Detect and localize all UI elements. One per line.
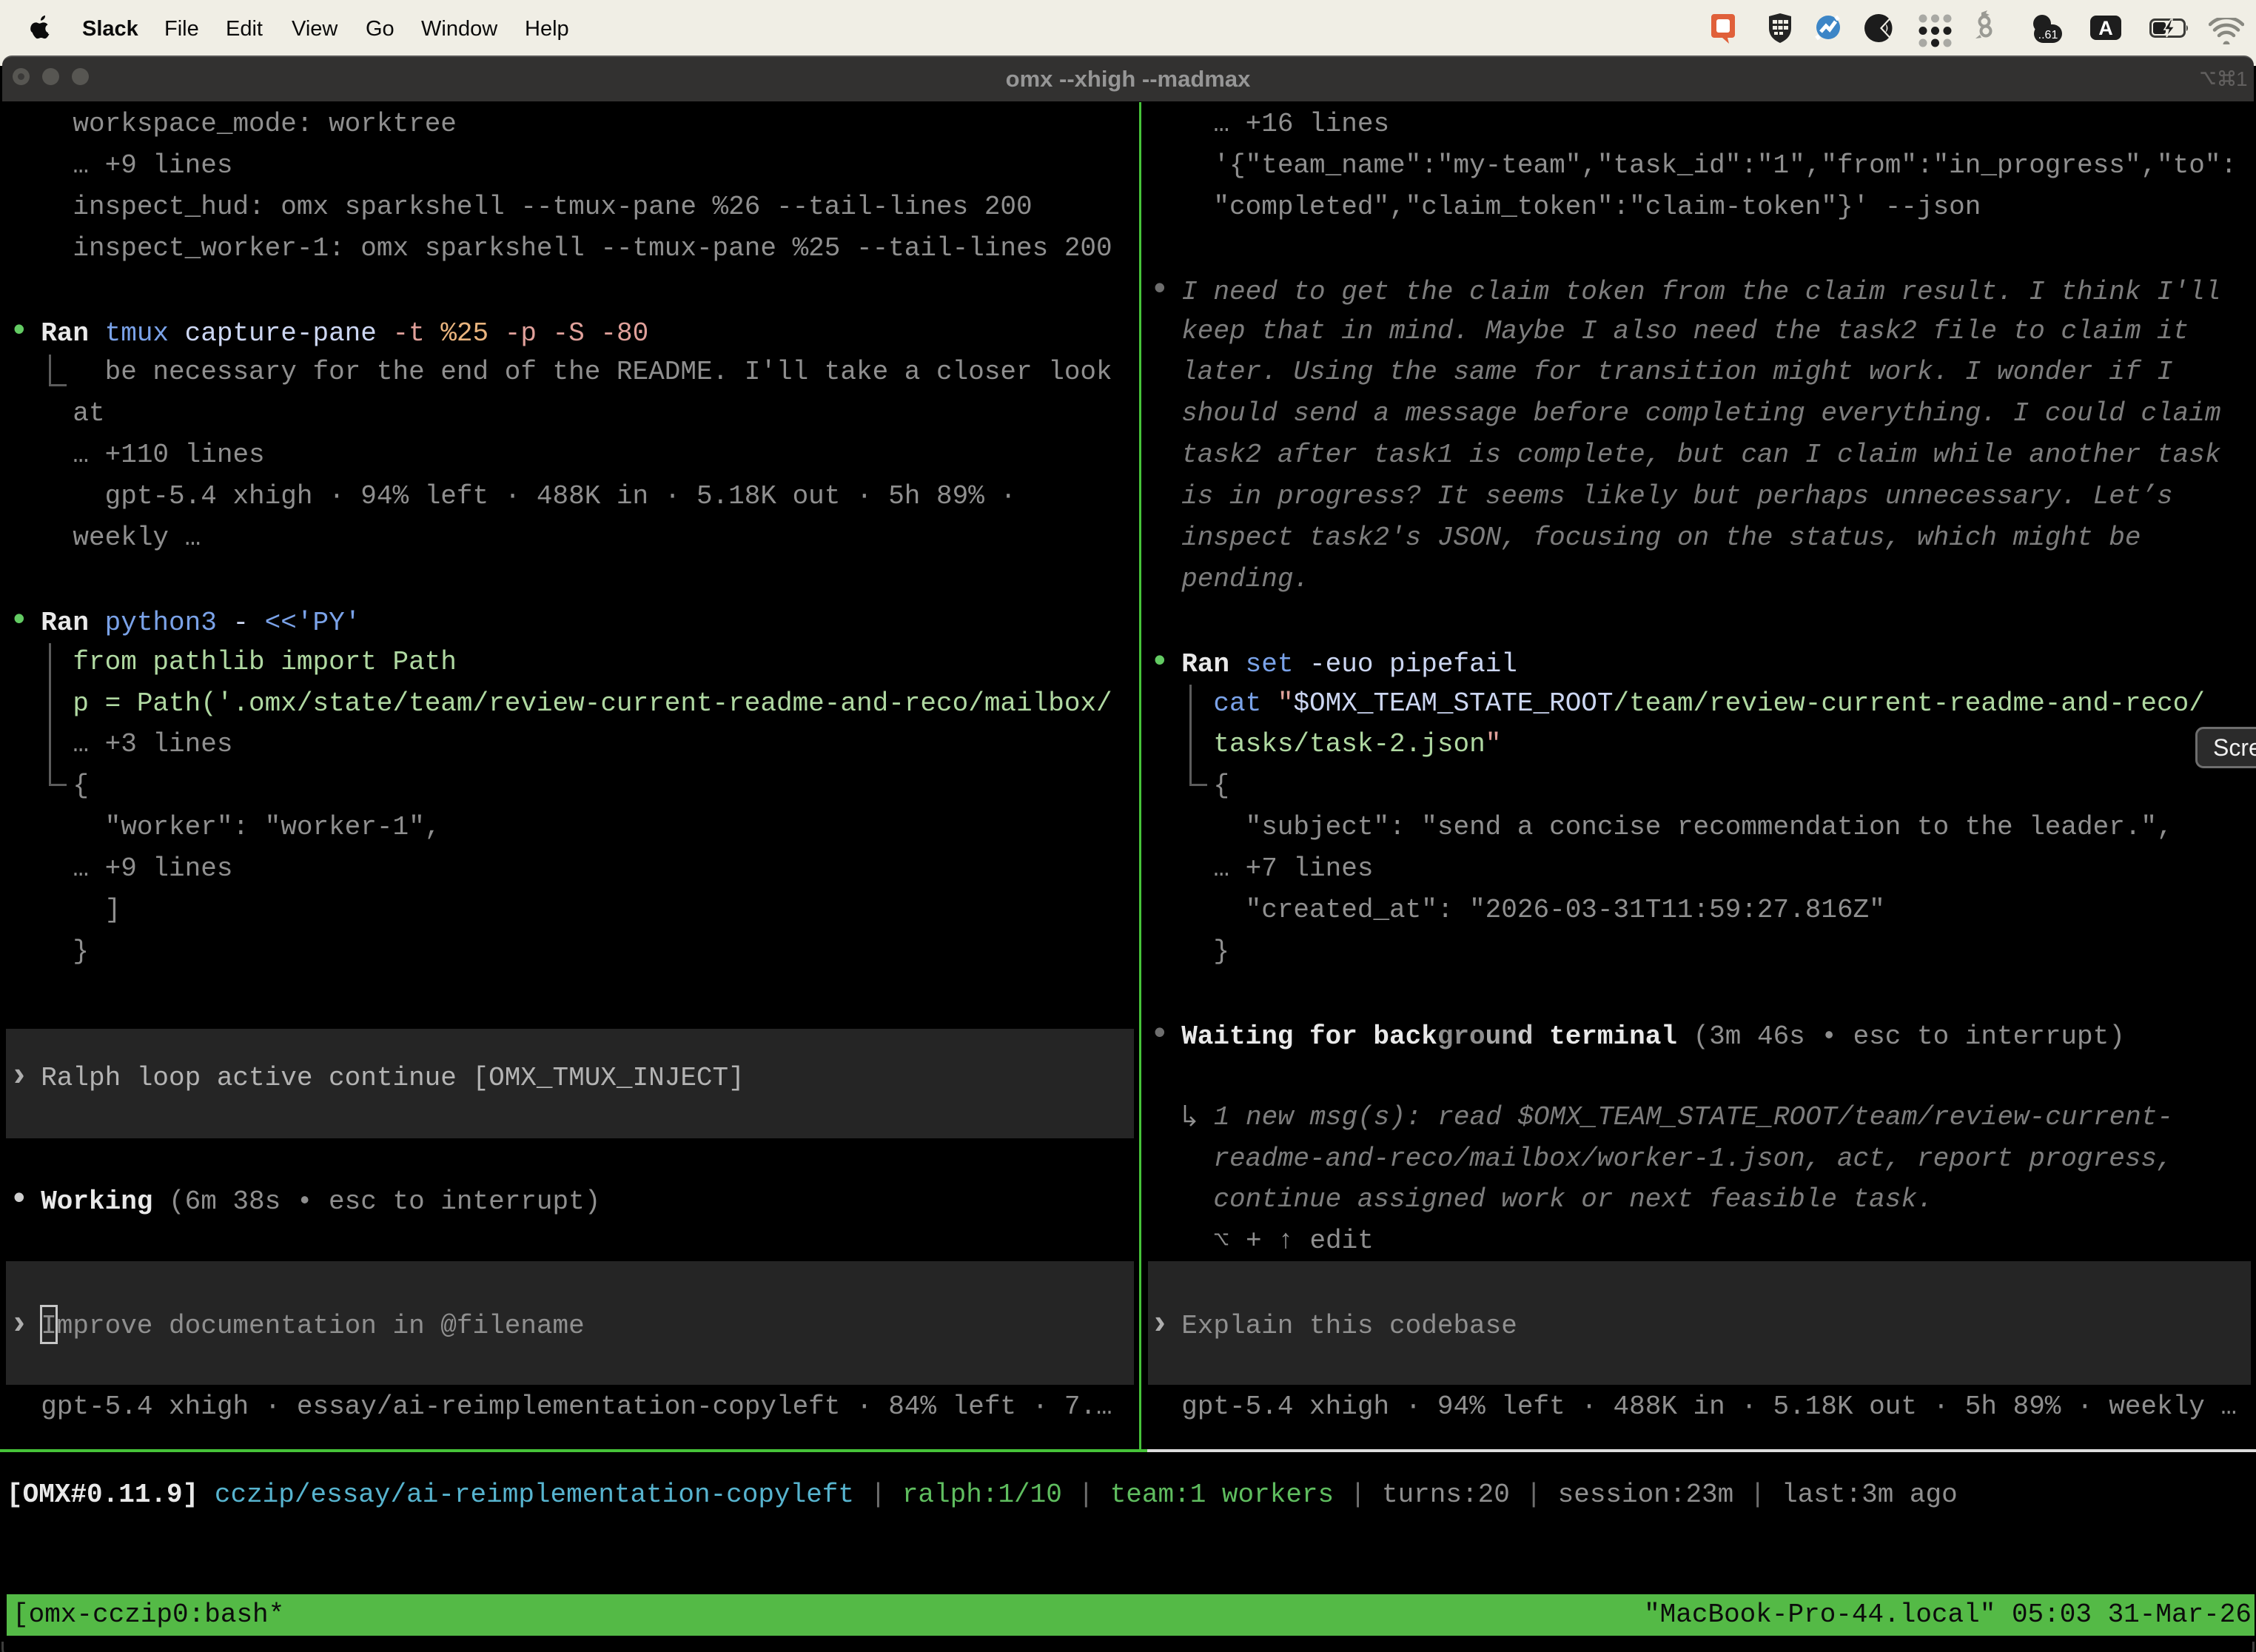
svg-text:..61: ..61	[2038, 29, 2058, 41]
